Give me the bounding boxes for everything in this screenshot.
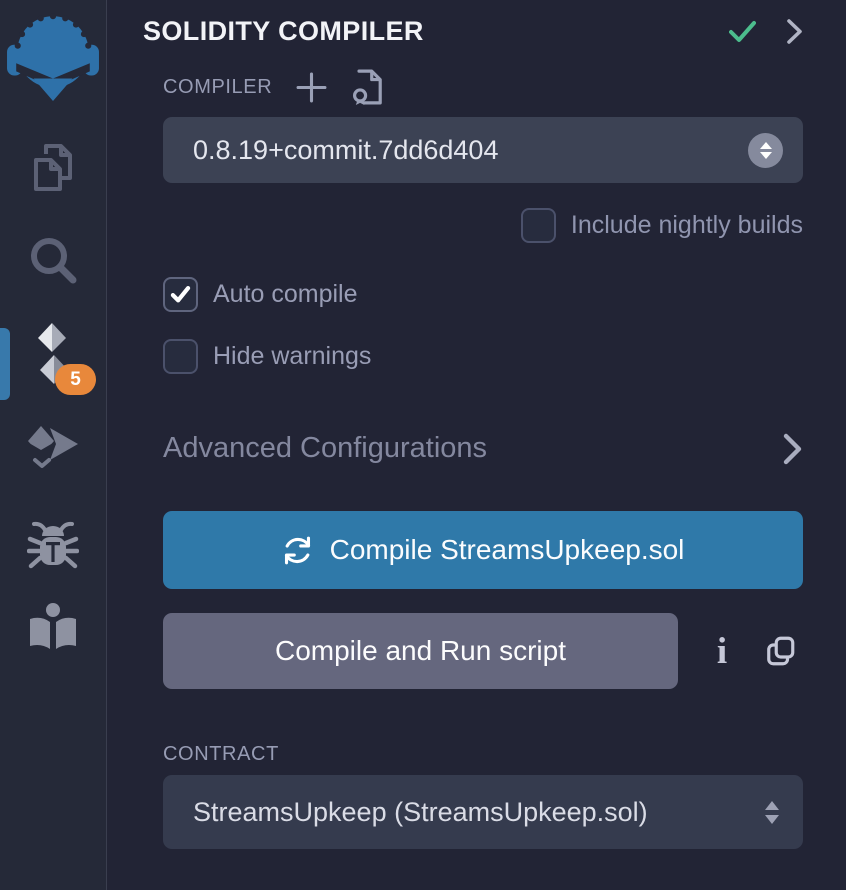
debugger-icon	[27, 520, 79, 574]
chevron-right-icon[interactable]	[786, 18, 803, 45]
contract-section-label: CONTRACT	[163, 743, 803, 766]
deploy-run-icon	[26, 424, 80, 472]
compile-button[interactable]: Compile StreamsUpkeep.sol	[163, 511, 803, 589]
advanced-configurations-toggle[interactable]: Advanced Configurations	[163, 432, 803, 465]
advanced-configurations-label: Advanced Configurations	[163, 432, 487, 465]
compiler-version-value: 0.8.19+commit.7dd6d404	[193, 135, 748, 166]
include-nightly-row: Include nightly builds	[163, 208, 803, 243]
contract-select-arrows-icon	[765, 801, 779, 824]
hide-warnings-label[interactable]: Hide warnings	[213, 342, 371, 371]
solidity-compiler-panel: SOLIDITY COMPILER COMPILER	[108, 0, 846, 890]
compiler-section-label: COMPILER	[163, 76, 272, 99]
learneth-book-icon	[26, 602, 80, 654]
sidebar-item-learneth[interactable]	[0, 602, 106, 654]
include-nightly-label[interactable]: Include nightly builds	[571, 211, 803, 240]
sidebar-item-search[interactable]	[0, 234, 106, 286]
hide-warnings-checkbox[interactable]	[163, 339, 198, 374]
sidebar-item-debugger[interactable]	[0, 520, 106, 574]
compile-run-row: Compile and Run script i	[163, 613, 803, 689]
hide-warnings-row: Hide warnings	[163, 339, 803, 374]
search-icon	[27, 234, 79, 286]
page-title: SOLIDITY COMPILER	[143, 16, 729, 47]
compiler-license-file-icon[interactable]	[351, 69, 384, 105]
contract-selected-value: StreamsUpkeep (StreamsUpkeep.sol)	[193, 797, 765, 828]
compiler-warning-badge: 5	[55, 364, 96, 395]
contract-select[interactable]: StreamsUpkeep (StreamsUpkeep.sol)	[163, 775, 803, 849]
include-nightly-checkbox[interactable]	[521, 208, 556, 243]
auto-compile-row: Auto compile	[163, 277, 803, 312]
version-select-arrows-icon	[748, 133, 783, 168]
compiler-version-select[interactable]: 0.8.19+commit.7dd6d404	[163, 117, 803, 183]
compiler-section-header: COMPILER	[163, 69, 803, 105]
add-compiler-icon[interactable]	[296, 72, 327, 103]
file-explorer-icon	[26, 136, 80, 192]
compile-and-run-button[interactable]: Compile and Run script	[163, 613, 678, 689]
remix-logo-icon	[6, 7, 100, 101]
compile-and-run-label: Compile and Run script	[275, 635, 566, 667]
refresh-icon	[282, 535, 313, 566]
compile-button-label: Compile StreamsUpkeep.sol	[330, 534, 685, 566]
active-plugin-indicator	[0, 328, 10, 400]
icon-sidebar: 5	[0, 0, 107, 890]
panel-header: SOLIDITY COMPILER	[143, 16, 803, 47]
chevron-right-icon	[783, 433, 803, 465]
remix-logo[interactable]	[4, 5, 102, 103]
checkmark-icon	[170, 285, 191, 304]
compile-success-check-icon	[729, 20, 756, 43]
sidebar-item-deploy-run[interactable]	[0, 424, 106, 472]
sidebar-item-file-explorer[interactable]	[0, 136, 106, 192]
copy-icon[interactable]	[762, 633, 798, 669]
auto-compile-checkbox[interactable]	[163, 277, 198, 312]
info-icon[interactable]: i	[710, 633, 734, 670]
auto-compile-label[interactable]: Auto compile	[213, 280, 358, 309]
